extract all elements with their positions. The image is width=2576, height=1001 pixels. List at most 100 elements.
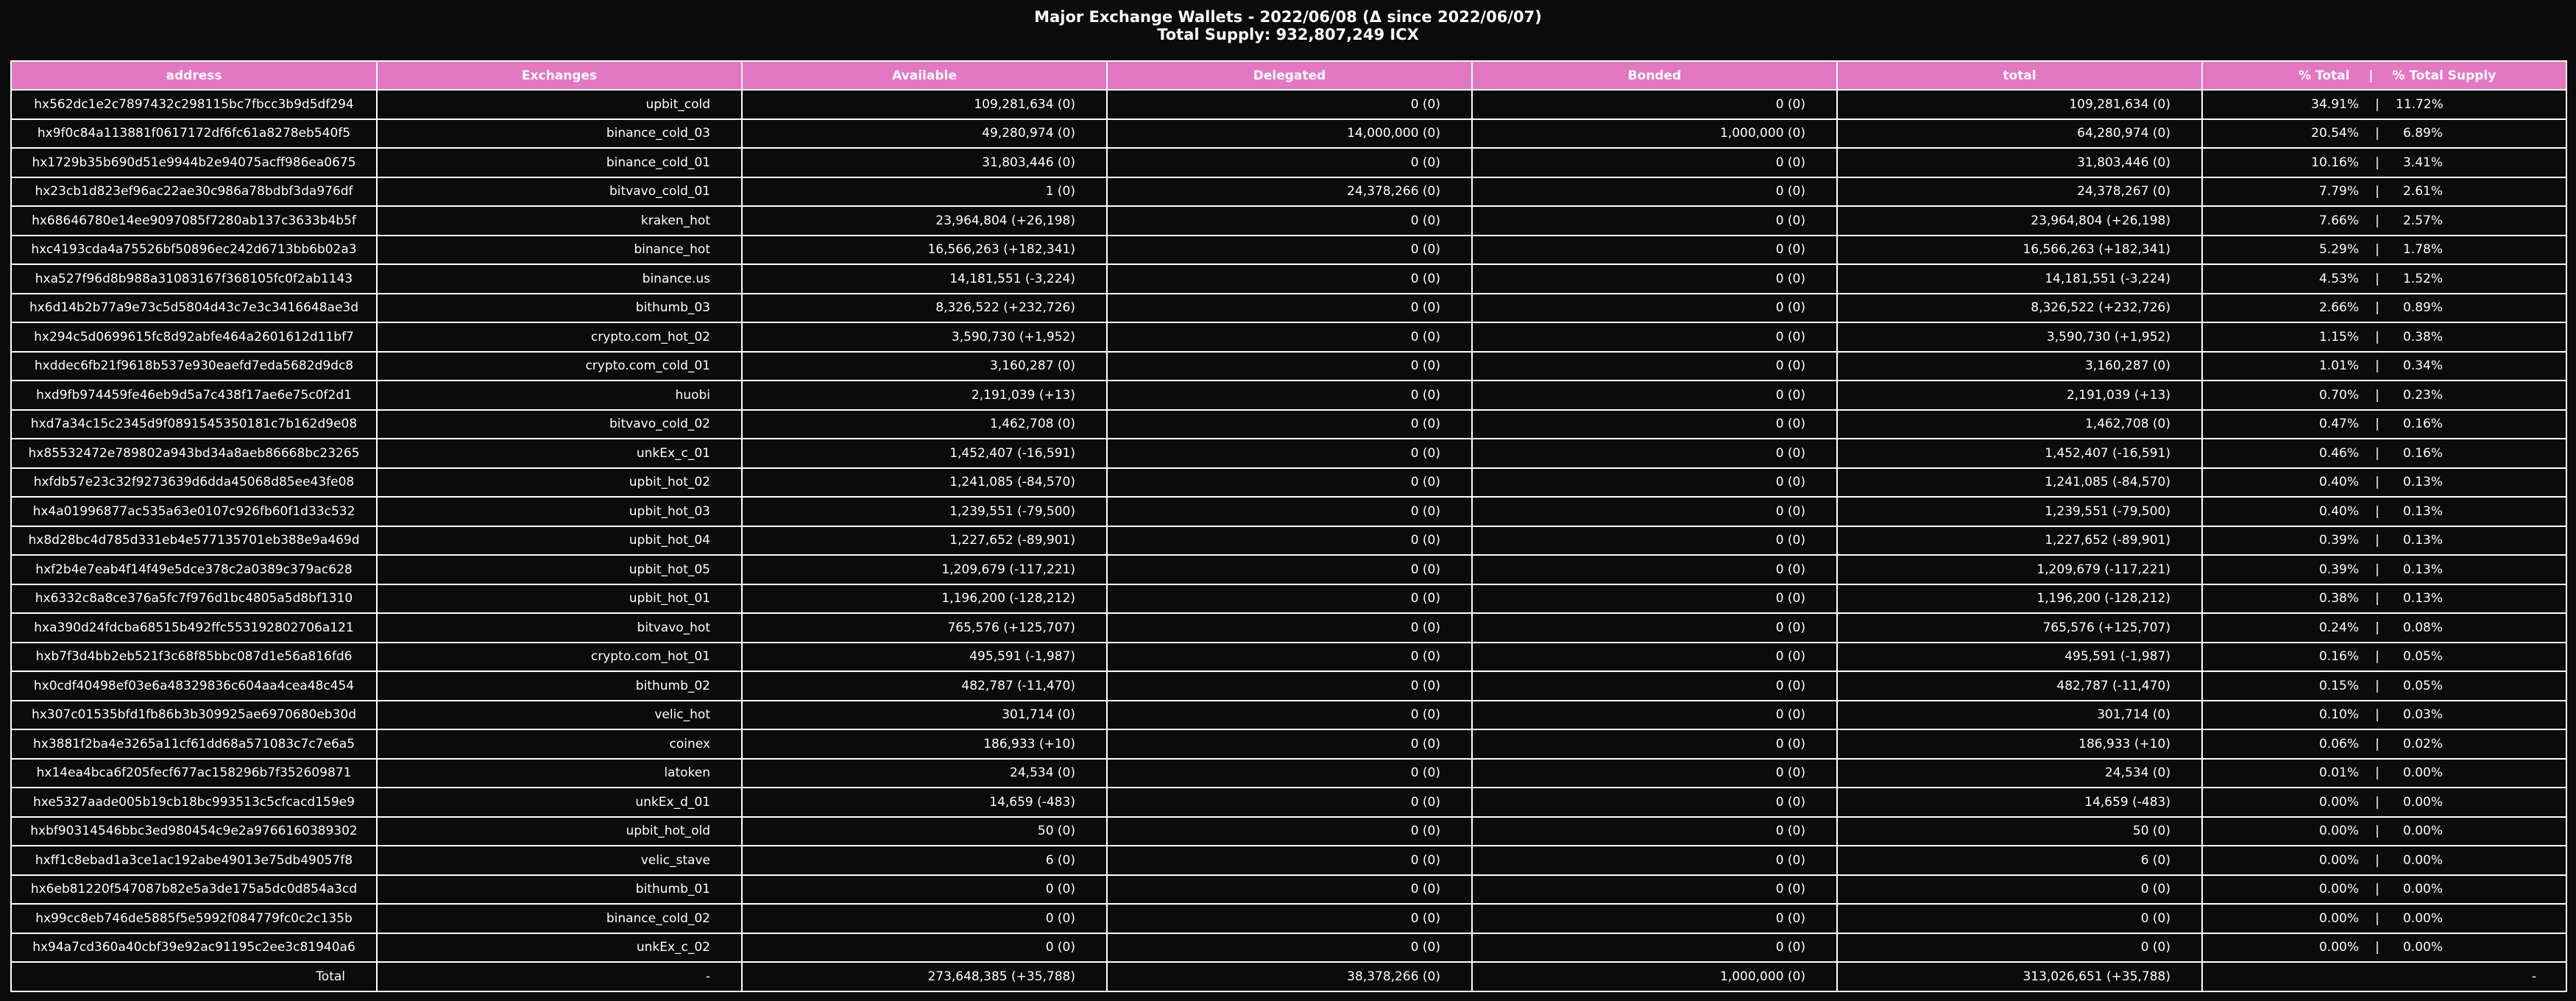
total-bonded: 1,000,000 (0) [1471,961,1838,992]
table-row: hxa527f96d8b988a31083167f368105fc0f2ab11… [10,263,2567,294]
cell-pct-supply: 0.08% [2402,620,2443,635]
cell-percent: 2.66% | 0.89% [2201,292,2567,323]
cell-bonded: 0 (0) [1471,845,1838,876]
cell-percent: 0.00% | 0.00% [2201,874,2567,905]
cell-pct-total: 0.16% [2318,649,2359,665]
cell-address: hxff1c8ebad1a3ce1ac192abe49013e75db49057… [10,845,378,876]
table-row: hxbf90314546bbc3ed980454c9e2a97661603893… [10,816,2567,846]
cell-pct-total: 0.24% [2318,620,2359,635]
cell-delegated: 0 (0) [1106,496,1473,527]
total-label: Total [10,961,378,992]
cell-delegated: 0 (0) [1106,234,1473,265]
cell-bonded: 0 (0) [1471,438,1838,469]
chart-title-line2: Total Supply: 932,807,249 ICX [1157,26,1419,43]
cell-available: 49,280,974 (0) [741,118,1108,149]
cell-pct-total: 34.91% [2311,96,2359,112]
cell-pct-total: 0.00% [2318,852,2359,868]
cell-percent: 4.53% | 1.52% [2201,263,2567,294]
total-percent: - [2201,961,2567,992]
cell-bonded: 0 (0) [1471,699,1838,730]
cell-total: 64,280,974 (0) [1836,118,2203,149]
cell-address: hx23cb1d823ef96ac22ae30c986a78bdbf3da976… [10,176,378,207]
table-row-total: Total -273,648,385 (+35,788) 38,378,266 (0… [10,961,2567,992]
cell-exchange: bithumb_01 [376,874,743,905]
cell-pct-total: 0.00% [2318,910,2359,926]
cell-total: 3,160,287 (0) [1836,350,2203,381]
cell-delegated: 0 (0) [1106,874,1473,905]
table-row: hxa390d24fdcba68515b492ffc553192802706a1… [10,612,2567,643]
cell-address: hxfdb57e23c32f9273639d6dda45068d85ee43fe… [10,467,378,498]
cell-pct-separator: | [2375,387,2379,403]
cell-pct-total: 0.39% [2318,533,2359,548]
cell-pct-total: 0.10% [2318,707,2359,723]
cell-bonded: 0 (0) [1471,292,1838,323]
cell-bonded: 0 (0) [1471,874,1838,905]
cell-pct-supply: 0.13% [2402,475,2443,490]
cell-pct-separator: | [2375,358,2379,374]
cell-delegated: 0 (0) [1106,729,1473,760]
cell-pct-total: 0.00% [2318,824,2359,839]
cell-pct-separator: | [2375,620,2379,635]
cell-pct-separator: | [2375,96,2379,112]
cell-pct-separator: | [2375,736,2379,751]
cell-bonded: 0 (0) [1471,176,1838,207]
cell-address: hx307c01535bfd1fb86b3b309925ae6970680eb3… [10,699,378,730]
cell-pct-separator: | [2375,533,2379,548]
cell-available: 3,590,730 (+1,952) [741,322,1108,353]
cell-pct-supply: 0.05% [2402,678,2443,693]
cell-exchange: binance_cold_03 [376,118,743,149]
cell-exchange: binance_cold_01 [376,147,743,178]
cell-available: 1 (0) [741,176,1108,207]
table-row: hx99cc8eb746de5885f5e5992f084779fc0c2c13… [10,903,2567,934]
cell-bonded: 0 (0) [1471,816,1838,846]
cell-available: 3,160,287 (0) [741,350,1108,381]
table-row: hxd9fb974459fe46eb9d5a7c438f17ae6e75c0f2… [10,380,2567,411]
cell-pct-separator: | [2375,445,2379,461]
cell-percent: 0.01% | 0.00% [2201,757,2567,788]
cell-address: hxa527f96d8b988a31083167f368105fc0f2ab11… [10,263,378,294]
cell-pct-separator: | [2375,475,2379,490]
cell-pct-total: 0.00% [2318,940,2359,955]
cell-total: 1,462,708 (0) [1836,408,2203,439]
cell-pct-total: 5.29% [2318,242,2359,258]
cell-bonded: 0 (0) [1471,583,1838,614]
cell-pct-separator: | [2375,794,2379,810]
cell-percent: 1.15% | 0.38% [2201,322,2567,353]
cell-available: 1,239,551 (-79,500) [741,496,1108,527]
cell-delegated: 0 (0) [1106,903,1473,934]
cell-available: 482,787 (-11,470) [741,671,1108,701]
cell-pct-supply: 0.13% [2402,562,2443,577]
cell-address: hx14ea4bca6f205fecf677ac158296b7f3526098… [10,757,378,788]
cell-pct-supply: 0.00% [2402,824,2443,839]
cell-delegated: 0 (0) [1106,699,1473,730]
cell-bonded: 0 (0) [1471,322,1838,353]
cell-delegated: 0 (0) [1106,525,1473,556]
cell-pct-separator: | [2375,213,2379,228]
cell-pct-separator: | [2375,852,2379,868]
cell-exchange: crypto.com_hot_01 [376,641,743,672]
cell-percent: 0.39% | 0.13% [2201,525,2567,556]
cell-delegated: 0 (0) [1106,292,1473,323]
cell-delegated: 0 (0) [1106,845,1473,876]
cell-total: 1,209,679 (-117,221) [1836,554,2203,585]
cell-pct-separator: | [2375,562,2379,577]
cell-pct-total: 7.66% [2318,213,2359,228]
cell-total: 1,241,085 (-84,570) [1836,467,2203,498]
cell-available: 24,534 (0) [741,757,1108,788]
table-row: hx307c01535bfd1fb86b3b309925ae6970680eb3… [10,699,2567,730]
cell-pct-supply: 0.13% [2402,591,2443,606]
table-row: hx3881f2ba4e3265a11cf61dd68a571083c7c7e6… [10,729,2567,760]
cell-available: 14,659 (-483) [741,787,1108,818]
cell-percent: 7.66% | 2.57% [2201,205,2567,236]
cell-delegated: 14,000,000 (0) [1106,118,1473,149]
cell-total: 8,326,522 (+232,726) [1836,292,2203,323]
cell-available: 23,964,804 (+26,198) [741,205,1108,236]
cell-available: 109,281,634 (0) [741,89,1108,120]
cell-exchange: bitvavo_hot [376,612,743,643]
cell-address: hx6d14b2b77a9e73c5d5804d43c7e3c3416648ae… [10,292,378,323]
cell-percent: 7.79% | 2.61% [2201,176,2567,207]
cell-available: 301,714 (0) [741,699,1108,730]
cell-pct-separator: | [2375,707,2379,723]
total-total: 313,026,651 (+35,788) [1836,961,2203,992]
cell-pct-separator: | [2375,184,2379,199]
